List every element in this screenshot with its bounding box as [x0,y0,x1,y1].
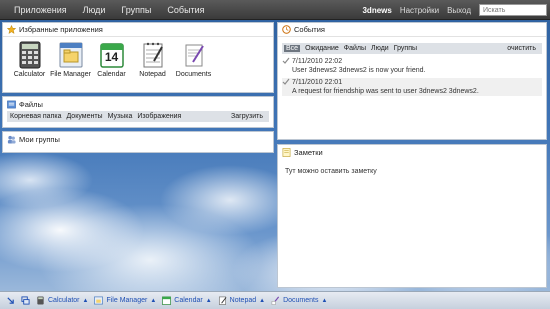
nav-events[interactable]: События [167,0,204,20]
app-label: Notepad [139,71,166,78]
events-tabs: Все Ожидание Файлы Люди Группы очистить [282,43,542,54]
files-tabs: Корневая папка Документы Музыка Изображе… [7,111,269,122]
calendar-day: 14 [104,50,119,64]
app-documents[interactable]: Documents [173,41,214,79]
event-item: 7/11/2010 22:02 User 3dnews2 3dnews2 is … [282,57,542,75]
event-item: 7/11/2010 22:01 A request for friendship… [282,78,542,96]
tab-images[interactable]: Изображения [137,113,181,120]
app-calculator[interactable]: Calculator [9,41,50,79]
taskbar-calculator[interactable]: Calculator ▲ [36,296,88,305]
file-manager-icon [94,296,104,305]
taskbar: Calculator ▲ File Manager ▲ Calendar ▲ N… [0,291,550,309]
settings-link[interactable]: Настройки [400,6,439,15]
app-calendar[interactable]: 14 Calendar [91,41,132,79]
files-icon [7,100,16,108]
nav-people[interactable]: Люди [83,0,106,20]
calculator-icon [37,296,44,305]
favorite-apps-header: Избранные приложения [3,23,273,37]
upload-button[interactable]: Загрузить [231,113,263,120]
windows-icon[interactable] [21,296,30,305]
app-label: Calculator [13,71,46,78]
minimize-all-icon[interactable] [6,296,15,305]
app-label: Calendar [97,71,126,78]
username-link[interactable]: 3dnews [362,6,391,15]
taskbar-documents[interactable]: Documents ▲ [271,296,327,305]
chevron-up-icon[interactable]: ▲ [321,298,327,304]
tab-root-folder[interactable]: Корневая папка [10,113,61,120]
taskbar-file-manager[interactable]: File Manager ▲ [94,296,156,305]
file-manager-icon [59,42,82,68]
app-file-manager[interactable]: File Manager [50,41,91,79]
note-icon [282,147,291,157]
clock-icon [282,25,291,34]
calendar-icon: 14 [99,41,125,69]
app-label: File Manager [50,71,91,78]
notes-panel: Заметки Тут можно оставить заметку [277,144,547,288]
logout-link[interactable]: Выход [447,6,471,15]
calendar-icon [162,296,172,305]
request-icon [282,78,290,85]
clear-button[interactable]: очистить [507,45,536,52]
taskbar-label: Calendar [174,297,203,304]
tab-all[interactable]: Все [284,45,301,52]
panel-title: Мои группы [19,134,60,144]
chevron-up-icon[interactable]: ▲ [206,298,212,304]
documents-icon [185,44,204,67]
star-icon [7,25,16,34]
notepad-icon [218,296,227,305]
panel-title: События [294,25,325,34]
panel-title: Избранные приложения [19,25,103,34]
chevron-up-icon[interactable]: ▲ [150,298,156,304]
taskbar-label: Calculator [48,297,80,304]
tab-music[interactable]: Музыка [108,113,133,120]
groups-icon [7,135,16,144]
notes-header: Заметки [278,145,546,159]
favorite-apps-panel: Избранные приложения Calculator File Man… [2,22,274,93]
notes-textarea[interactable]: Тут можно оставить заметку [278,159,546,175]
taskbar-notepad[interactable]: Notepad ▲ [218,296,265,305]
taskbar-calendar[interactable]: Calendar ▲ [162,296,212,305]
notepad-icon [143,42,163,68]
top-navigation-bar: Приложения Люди Группы События 3dnews На… [0,0,550,20]
tab-pending[interactable]: Ожидание [305,45,339,52]
nav-groups[interactable]: Группы [121,0,151,20]
taskbar-label: File Manager [106,297,148,304]
friend-icon [282,57,290,64]
tab-files[interactable]: Файлы [344,45,366,52]
panel-title: Файлы [19,99,43,109]
tab-groups[interactable]: Группы [394,45,417,52]
taskbar-label: Notepad [229,297,257,304]
event-time: 7/11/2010 22:01 [292,79,343,86]
calculator-icon [19,41,40,69]
event-text: A request for friendship was sent to use… [292,88,479,95]
event-time: 7/11/2010 22:02 [292,58,343,65]
tab-people[interactable]: Люди [371,45,389,52]
files-header: Файлы [3,97,273,111]
events-panel: События Все Ожидание Файлы Люди Группы о… [277,22,547,140]
main-menu: Приложения Люди Группы События [14,0,221,20]
app-label: Documents [175,71,212,78]
event-text: User 3dnews2 3dnews2 is now your friend. [292,67,426,74]
my-groups-panel: Мои группы [2,131,274,153]
documents-icon [271,296,280,305]
app-list: Calculator File Manager 14 Calendar Note… [3,37,273,79]
chevron-up-icon[interactable]: ▲ [259,298,265,304]
app-notepad[interactable]: Notepad [132,41,173,79]
taskbar-label: Documents [283,297,319,304]
events-header: События [278,23,546,37]
files-panel: Файлы Корневая папка Документы Музыка Из… [2,96,274,128]
tab-documents[interactable]: Документы [66,113,102,120]
user-menu: 3dnews Настройки Выход [362,0,550,20]
panel-title: Заметки [294,147,323,157]
search-input[interactable] [479,4,547,16]
groups-header: Мои группы [3,132,273,146]
chevron-up-icon[interactable]: ▲ [83,298,89,304]
nav-apps[interactable]: Приложения [14,0,67,20]
